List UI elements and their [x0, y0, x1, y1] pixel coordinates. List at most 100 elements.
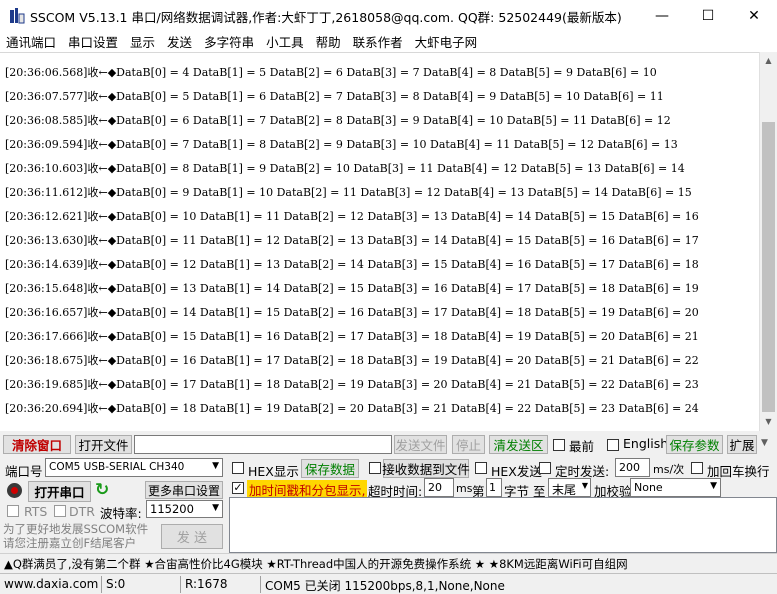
port-select[interactable]: COM5 USB-SERIAL CH340 ▼ [45, 458, 223, 477]
status-divider [180, 576, 181, 593]
log-line: [20:36:15.648]收←◆DataB[0] = 13 DataB[1] … [5, 282, 699, 295]
baud-select[interactable]: 115200 ▼ [146, 500, 223, 518]
clear-window-button[interactable]: 清除窗口 [3, 435, 71, 454]
add-crlf-checkbox[interactable] [691, 462, 703, 474]
byte-start-input[interactable]: 1 [486, 478, 502, 497]
menu-help[interactable]: 帮助 [310, 32, 347, 51]
window-title: SSCOM V5.13.1 串口/网络数据调试器,作者:大虾丁丁,2618058… [30, 10, 622, 25]
scrollbar-thumb[interactable] [762, 122, 775, 412]
byte-end-value: 末尾 [552, 483, 577, 497]
log-line: [20:36:11.612]收←◆DataB[0] = 9 DataB[1] =… [5, 186, 692, 199]
menu-bar: 通讯端口 串口设置 显示 发送 多字符串 小工具 帮助 联系作者 大虾电子网 [0, 31, 777, 52]
menu-display[interactable]: 显示 [124, 32, 161, 51]
hex-send-checkbox[interactable] [475, 462, 487, 474]
send-text-area[interactable] [229, 497, 777, 553]
status-port-state: COM5 已关闭 115200bps,8,1,None,None [265, 579, 505, 593]
log-line: [20:36:16.657]收←◆DataB[0] = 14 DataB[1] … [5, 306, 699, 319]
more-serial-settings-button[interactable]: 更多串口设置 [145, 481, 223, 499]
menu-contact-author[interactable]: 联系作者 [347, 32, 409, 51]
file-toolbar: 清除窗口 打开文件 发送文件 停止 清发送区 最前 English 保存参数 扩… [0, 432, 777, 456]
dropdown-arrow-icon: ▼ [212, 503, 219, 513]
menu-serial-settings[interactable]: 串口设置 [62, 32, 124, 51]
menu-tools[interactable]: 小工具 [260, 32, 310, 51]
stop-button[interactable]: 停止 [452, 435, 485, 454]
log-line: [20:36:18.675]收←◆DataB[0] = 16 DataB[1] … [5, 354, 699, 367]
menu-multi-string[interactable]: 多字符串 [198, 32, 260, 51]
promo-line-2: 请您注册嘉立创F结尾客户 [3, 536, 137, 550]
log-line: [20:36:14.639]收←◆DataB[0] = 12 DataB[1] … [5, 258, 699, 271]
log-vertical-scrollbar[interactable]: ▲ ▼ [759, 52, 777, 431]
port-status-indicator-icon [7, 483, 22, 498]
baud-value: 115200 [150, 502, 194, 516]
clear-send-area-button[interactable]: 清发送区 [489, 435, 548, 454]
interval-unit-label: ms/次 [653, 463, 685, 476]
open-file-button[interactable]: 打开文件 [75, 435, 132, 454]
log-line: [20:36:13.630]收←◆DataB[0] = 11 DataB[1] … [5, 234, 699, 247]
status-divider [101, 576, 102, 593]
dtr-checkbox[interactable] [54, 505, 66, 517]
log-line: [20:36:17.666]收←◆DataB[0] = 15 DataB[1] … [5, 330, 699, 343]
dtr-label: DTR [69, 504, 95, 519]
send-button[interactable]: 发 送 [161, 524, 223, 549]
baud-label: 波特率: [100, 506, 142, 521]
log-line: [20:36:08.585]收←◆DataB[0] = 6 DataB[1] =… [5, 114, 671, 127]
rts-checkbox[interactable] [7, 505, 19, 517]
log-line: [20:36:09.594]收←◆DataB[0] = 7 DataB[1] =… [5, 138, 678, 151]
dropdown-arrow-icon: ▼ [212, 461, 219, 471]
menu-daxia-website[interactable]: 大虾电子网 [409, 32, 484, 51]
refresh-icon[interactable]: ↻ [95, 480, 109, 500]
port-label: 端口号 [5, 464, 43, 479]
log-line: [20:36:06.568]收←◆DataB[0] = 4 DataB[1] =… [5, 66, 657, 79]
log-line: [20:36:20.694]收←◆DataB[0] = 18 DataB[1] … [5, 402, 699, 415]
dropdown-arrow-icon: ▼ [581, 481, 588, 490]
menu-send[interactable]: 发送 [161, 32, 198, 51]
receive-log[interactable]: [20:36:06.568]收←◆DataB[0] = 4 DataB[1] =… [0, 52, 759, 431]
recv-to-file-checkbox[interactable] [369, 462, 381, 474]
timeout-unit-label: ms [456, 482, 473, 495]
app-logo-icon [10, 8, 25, 24]
scroll-down-arrow-icon[interactable]: ▼ [760, 413, 777, 430]
maximize-button[interactable]: ☐ [685, 0, 731, 31]
status-divider [260, 576, 261, 593]
menu-comm-port[interactable]: 通讯端口 [0, 32, 62, 51]
byte-end-select[interactable]: 末尾 ▼ [548, 478, 591, 497]
timed-send-interval-input[interactable]: 200 [615, 458, 650, 477]
expand-button[interactable]: 扩展 [727, 435, 757, 454]
log-line: [20:36:10.603]收←◆DataB[0] = 8 DataB[1] =… [5, 162, 685, 175]
checksum-select[interactable]: None ▼ [630, 478, 721, 497]
file-path-field[interactable] [134, 435, 392, 454]
always-on-top-label: 最前 [569, 439, 595, 454]
open-port-button[interactable]: 打开串口 [28, 481, 91, 502]
status-sent-count: S:0 [106, 577, 126, 591]
title-bar: SSCOM V5.13.1 串口/网络数据调试器,作者:大虾丁丁,2618058… [0, 0, 777, 31]
timeout-input[interactable]: 20 [424, 478, 454, 497]
hex-display-checkbox[interactable] [232, 462, 244, 474]
checksum-value: None [634, 481, 663, 494]
save-params-button[interactable]: 保存参数 [666, 435, 723, 454]
rts-label: RTS [24, 504, 48, 519]
english-checkbox[interactable] [607, 439, 619, 451]
timestamp-checkbox[interactable]: ✓ [232, 482, 244, 494]
english-label: English [623, 436, 669, 451]
always-on-top-checkbox[interactable] [553, 439, 565, 451]
close-button[interactable]: ✕ [731, 0, 777, 31]
promo-line-1: 为了更好地发展SSCOM软件 [3, 522, 149, 536]
status-website[interactable]: www.daxia.com [4, 577, 98, 591]
hex-display-label: HEX显示 [248, 464, 299, 479]
port-select-value: COM5 USB-SERIAL CH340 [49, 461, 185, 473]
ad-ticker[interactable]: ▲Q群满员了,没有第二个群 ★合宙高性价比4G模块 ★RT-Thread中国人的… [0, 553, 777, 573]
scroll-up-arrow-icon[interactable]: ▲ [760, 52, 777, 69]
save-data-button[interactable]: 保存数据 [301, 459, 359, 478]
status-received-count: R:1678 [185, 577, 228, 591]
send-file-button[interactable]: 发送文件 [394, 435, 447, 454]
promo-text[interactable]: 为了更好地发展SSCOM软件 请您注册嘉立创F结尾客户 [3, 522, 148, 550]
log-line: [20:36:12.621]收←◆DataB[0] = 10 DataB[1] … [5, 210, 699, 223]
dropdown-arrow-icon: ▼ [710, 481, 717, 491]
recv-to-file-button[interactable]: 接收数据到文件 [382, 459, 470, 478]
scroll-down-arrow-icon[interactable]: ▼ [761, 438, 768, 448]
status-bar: www.daxia.com S:0 R:1678 COM5 已关闭 115200… [0, 573, 777, 594]
log-line: [20:36:19.685]收←◆DataB[0] = 17 DataB[1] … [5, 378, 699, 391]
minimize-button[interactable]: — [639, 0, 685, 31]
timed-send-checkbox[interactable] [539, 462, 551, 474]
log-line: [20:36:07.577]收←◆DataB[0] = 5 DataB[1] =… [5, 90, 664, 103]
